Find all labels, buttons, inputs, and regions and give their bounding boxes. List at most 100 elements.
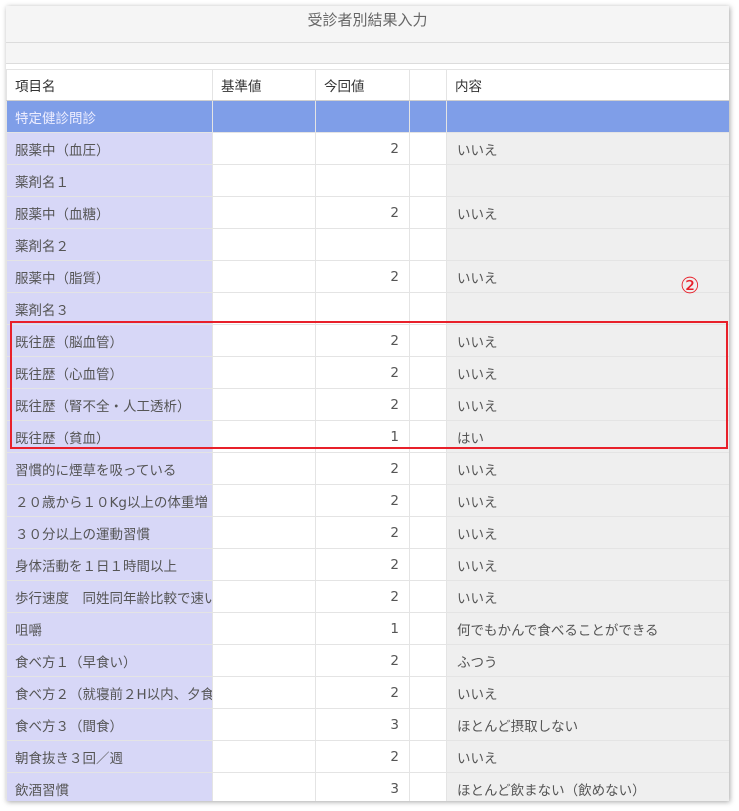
current-value-cell[interactable]: 2 xyxy=(315,484,410,517)
current-value-cell[interactable]: 2 xyxy=(315,580,410,613)
blank-cell xyxy=(409,484,447,517)
table-row[interactable]: ２０歳から１０Kg以上の体重増 2 いいえ xyxy=(6,484,729,517)
column-header-content[interactable]: 内容 xyxy=(446,69,729,101)
annotation-marker: ② xyxy=(680,274,700,299)
standard-value-cell[interactable] xyxy=(212,324,316,357)
item-name-cell: 既往歴（脳血管） xyxy=(6,324,213,357)
table-row[interactable]: 咀嚼 1 何でもかんで食べることができる xyxy=(6,612,729,645)
content-cell xyxy=(446,228,729,261)
table-row[interactable]: 服薬中（血圧） 2 いいえ xyxy=(6,132,729,165)
content-cell: はい xyxy=(446,420,729,453)
current-value-cell[interactable]: 1 xyxy=(315,612,410,645)
table-row[interactable]: 食べ方３（間食） 3 ほとんど摂取しない xyxy=(6,708,729,741)
current-value-cell[interactable]: 2 xyxy=(315,740,410,773)
current-value-cell[interactable]: 2 xyxy=(315,196,410,229)
blank-cell xyxy=(409,356,447,389)
table-row[interactable]: 食べ方２（就寝前２H以内、夕食） 2 いいえ xyxy=(6,676,729,709)
column-header-standard[interactable]: 基準値 xyxy=(212,69,316,101)
table-row[interactable]: 朝食抜き３回／週 2 いいえ xyxy=(6,740,729,773)
standard-value-cell[interactable] xyxy=(212,676,316,709)
column-header-name[interactable]: 項目名 xyxy=(6,69,213,101)
table-row[interactable]: 薬剤名２ xyxy=(6,228,729,261)
standard-value-cell[interactable] xyxy=(212,484,316,517)
item-name-cell: 食べ方２（就寝前２H以内、夕食） xyxy=(6,676,213,709)
standard-value-cell[interactable] xyxy=(212,708,316,741)
standard-value-cell[interactable] xyxy=(212,292,316,325)
blank-cell xyxy=(409,164,447,197)
item-name-cell: 服薬中（血糖） xyxy=(6,196,213,229)
content-cell xyxy=(446,100,729,133)
standard-value-cell[interactable] xyxy=(212,740,316,773)
table-row[interactable]: 薬剤名１ xyxy=(6,164,729,197)
current-value-cell[interactable]: 2 xyxy=(315,452,410,485)
standard-value-cell[interactable] xyxy=(212,580,316,613)
current-value-cell[interactable]: 2 xyxy=(315,324,410,357)
item-name-cell: 咀嚼 xyxy=(6,612,213,645)
item-name-cell: 歩行速度 同姓同年齢比較で速い xyxy=(6,580,213,613)
current-value-cell[interactable]: 2 xyxy=(315,356,410,389)
current-value-cell[interactable] xyxy=(315,164,410,197)
current-value-cell[interactable]: 2 xyxy=(315,676,410,709)
item-name-cell: 食べ方１（早食い） xyxy=(6,644,213,677)
standard-value-cell[interactable] xyxy=(212,164,316,197)
standard-value-cell[interactable] xyxy=(212,516,316,549)
current-value-cell[interactable]: 2 xyxy=(315,548,410,581)
standard-value-cell[interactable] xyxy=(212,644,316,677)
table-row[interactable]: 食べ方１（早食い） 2 ふつう xyxy=(6,644,729,677)
table-row[interactable]: 歩行速度 同姓同年齢比較で速い 2 いいえ xyxy=(6,580,729,613)
blank-cell xyxy=(409,772,447,801)
table-row[interactable]: 薬剤名３ xyxy=(6,292,729,325)
item-name-cell: 特定健診問診 xyxy=(6,100,213,133)
current-value-cell[interactable]: 1 xyxy=(315,420,410,453)
table-row[interactable]: 既往歴（脳血管） 2 いいえ xyxy=(6,324,729,357)
table-row[interactable]: 既往歴（心血管） 2 いいえ xyxy=(6,356,729,389)
current-value-cell[interactable] xyxy=(315,100,410,133)
standard-value-cell[interactable] xyxy=(212,356,316,389)
current-value-cell[interactable]: 2 xyxy=(315,132,410,165)
item-name-cell: 身体活動を１日１時間以上 xyxy=(6,548,213,581)
item-name-cell: 薬剤名１ xyxy=(6,164,213,197)
table-row[interactable]: 服薬中（血糖） 2 いいえ xyxy=(6,196,729,229)
standard-value-cell[interactable] xyxy=(212,420,316,453)
current-value-cell[interactable]: 3 xyxy=(315,708,410,741)
standard-value-cell[interactable] xyxy=(212,132,316,165)
standard-value-cell[interactable] xyxy=(212,260,316,293)
blank-cell xyxy=(409,644,447,677)
standard-value-cell[interactable] xyxy=(212,452,316,485)
item-name-cell: 食べ方３（間食） xyxy=(6,708,213,741)
standard-value-cell[interactable] xyxy=(212,612,316,645)
column-header-current[interactable]: 今回値 xyxy=(315,69,410,101)
current-value-cell[interactable] xyxy=(315,228,410,261)
standard-value-cell[interactable] xyxy=(212,228,316,261)
standard-value-cell[interactable] xyxy=(212,196,316,229)
standard-value-cell[interactable] xyxy=(212,548,316,581)
window-title: 受診者別結果入力 xyxy=(6,6,729,43)
table-row[interactable]: ３０分以上の運動習慣 2 いいえ xyxy=(6,516,729,549)
content-cell: 何でもかんで食べることができる xyxy=(446,612,729,645)
standard-value-cell[interactable] xyxy=(212,100,316,133)
content-cell: ふつう xyxy=(446,644,729,677)
current-value-cell[interactable]: 2 xyxy=(315,644,410,677)
content-cell: いいえ xyxy=(446,516,729,549)
table-row[interactable]: 既往歴（腎不全・人工透析） 2 いいえ xyxy=(6,388,729,421)
table-row[interactable]: 習慣的に煙草を吸っている 2 いいえ xyxy=(6,452,729,485)
table-row[interactable]: 飲酒習慣 3 ほとんど飲まない（飲めない） xyxy=(6,772,729,801)
current-value-cell[interactable]: 2 xyxy=(315,388,410,421)
item-name-cell: 既往歴（心血管） xyxy=(6,356,213,389)
results-table: 項目名 基準値 今回値 内容 特定健診問診 服薬中（血圧） 2 いいえ 薬剤名１ 服薬中（… xyxy=(6,69,729,801)
current-value-cell[interactable]: 2 xyxy=(315,516,410,549)
content-cell: いいえ xyxy=(446,356,729,389)
current-value-cell[interactable] xyxy=(315,292,410,325)
blank-cell xyxy=(409,740,447,773)
toolbar-strip xyxy=(6,43,729,64)
current-value-cell[interactable]: 3 xyxy=(315,772,410,801)
standard-value-cell[interactable] xyxy=(212,388,316,421)
table-row[interactable]: 身体活動を１日１時間以上 2 いいえ xyxy=(6,548,729,581)
section-row[interactable]: 特定健診問診 xyxy=(6,100,729,133)
standard-value-cell[interactable] xyxy=(212,772,316,801)
blank-cell xyxy=(409,260,447,293)
current-value-cell[interactable]: 2 xyxy=(315,260,410,293)
table-row[interactable]: 既往歴（貧血） 1 はい xyxy=(6,420,729,453)
table-row[interactable]: 服薬中（脂質） 2 いいえ xyxy=(6,260,729,293)
content-cell: いいえ xyxy=(446,580,729,613)
